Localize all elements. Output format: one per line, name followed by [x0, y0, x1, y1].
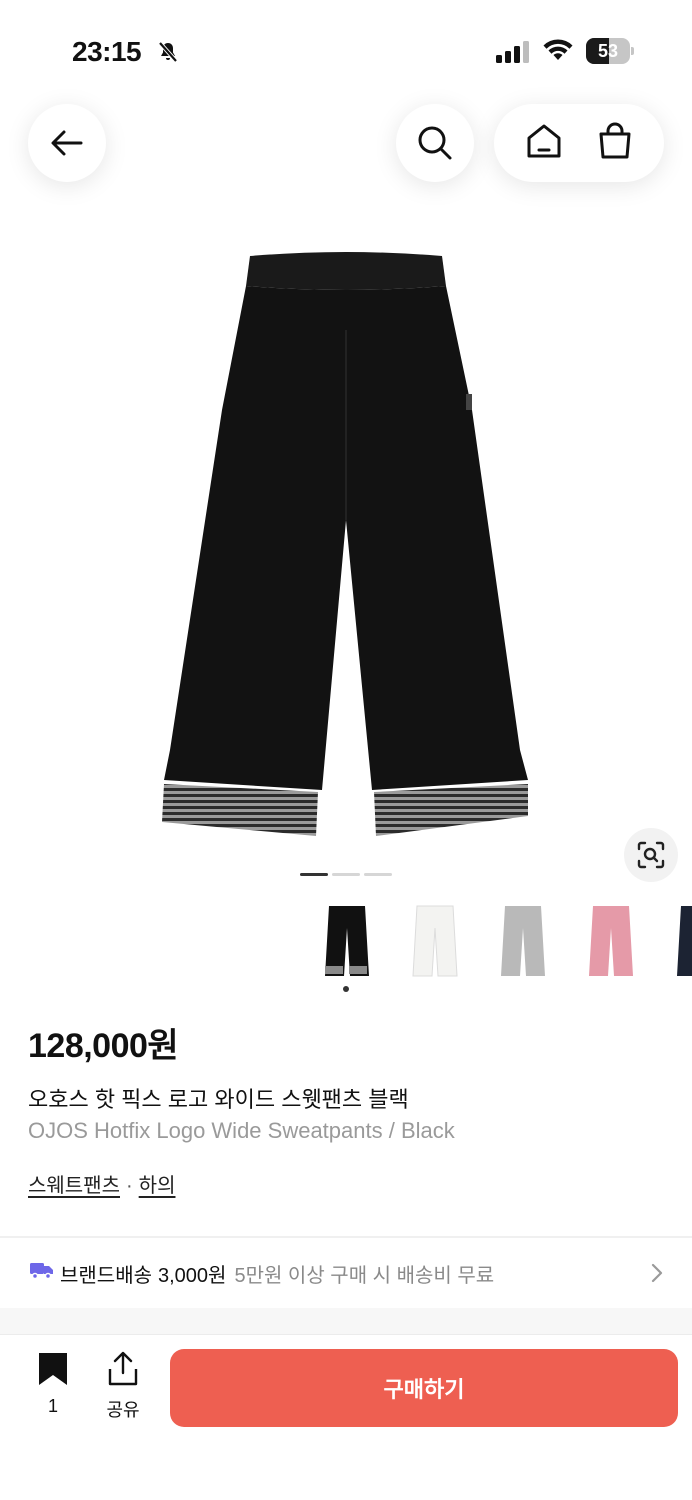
category-breadcrumb: 스웨트팬츠 · 하의	[28, 1169, 175, 1198]
shipping-note: 5만원 이상 구매 시 배송비 무료	[234, 1264, 495, 1287]
share-icon	[108, 1351, 138, 1386]
color-thumbnail-pink[interactable]	[568, 898, 654, 984]
product-name-korean: 오호스 핫 픽스 로고 와이드 스웻팬츠 블랙	[28, 1087, 409, 1112]
color-thumbnail-gray[interactable]	[480, 898, 566, 984]
color-options	[300, 898, 692, 988]
bell-slash-icon	[156, 40, 180, 69]
battery-icon: 53	[586, 38, 634, 64]
buy-button[interactable]: 구매하기	[170, 1349, 678, 1427]
search-button[interactable]	[396, 104, 474, 182]
product-price: 128,000원	[28, 1027, 179, 1065]
bottom-action-bar: 1 공유 구매하기	[0, 1334, 692, 1500]
color-thumbnail-black[interactable]	[304, 898, 390, 984]
wifi-icon	[542, 38, 574, 67]
truck-icon	[30, 1260, 54, 1286]
nav-pill	[494, 104, 664, 182]
status-time: 23:15	[72, 36, 142, 67]
pager-dot-active	[300, 873, 328, 876]
shipping-price: 3,000원	[158, 1264, 227, 1287]
category-link-bottoms[interactable]: 하의	[139, 1175, 176, 1197]
back-arrow-icon	[51, 130, 83, 156]
home-icon	[527, 124, 560, 157]
image-search-icon	[637, 841, 665, 869]
share-button[interactable]: 공유	[100, 1351, 146, 1422]
shipping-label: 브랜드배송	[60, 1264, 152, 1287]
product-name-english: OJOS Hotfix Logo Wide Sweatpants / Black	[28, 1118, 455, 1143]
shipping-info-row[interactable]: 브랜드배송 3,000원 5만원 이상 구매 시 배송비 무료	[0, 1238, 692, 1308]
image-search-button[interactable]	[624, 828, 678, 882]
category-separator: ·	[126, 1175, 133, 1197]
pager-dot	[332, 873, 360, 876]
bookmark-button[interactable]: 1	[30, 1351, 76, 1417]
chevron-right-icon	[650, 1262, 664, 1290]
bookmark-count: 1	[47, 1396, 58, 1416]
home-button[interactable]	[525, 122, 563, 165]
share-label: 공유	[106, 1400, 140, 1420]
image-pager	[300, 873, 392, 876]
cart-button[interactable]	[596, 122, 634, 165]
status-bar: 23:15 53	[0, 0, 692, 100]
section-gap	[0, 1308, 692, 1334]
cellular-signal-icon	[496, 41, 532, 68]
battery-percent: 53	[597, 41, 619, 61]
category-link-sweatpants[interactable]: 스웨트팬츠	[28, 1175, 120, 1197]
search-icon	[418, 126, 452, 160]
pager-dot	[364, 873, 392, 876]
product-image[interactable]	[0, 230, 692, 860]
selected-thumb-indicator	[343, 986, 349, 992]
bookmark-icon	[39, 1353, 67, 1385]
back-button[interactable]	[28, 104, 106, 182]
color-thumbnail-white[interactable]	[392, 898, 478, 984]
shopping-bag-icon	[599, 122, 630, 158]
color-thumbnail-navy[interactable]	[656, 898, 692, 984]
